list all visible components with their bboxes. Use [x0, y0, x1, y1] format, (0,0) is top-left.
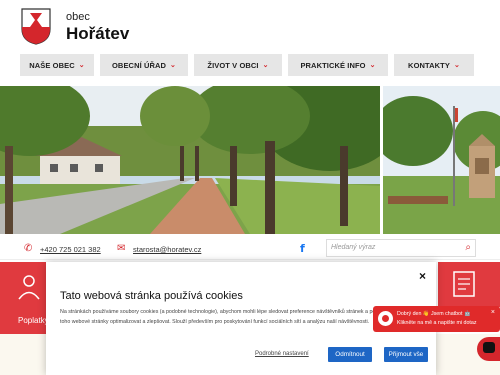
chevron-down-icon: ⌄ — [369, 62, 376, 69]
facebook-icon[interactable]: f — [300, 242, 305, 255]
nav-item-label: NAŠE OBEC — [29, 60, 75, 70]
nav-item-label: OBECNÍ ÚŘAD — [112, 60, 167, 70]
site-title[interactable]: Hořátev — [66, 24, 129, 44]
person-icon — [18, 275, 40, 300]
village-street-photo — [0, 86, 380, 234]
chat-prompt: Klikněte na mě a napište mi dotaz — [397, 320, 477, 326]
nav-item-nase-obec[interactable]: NAŠE OBEC ⌄ — [20, 54, 94, 76]
nav-item-zivot-v-obci[interactable]: ŽIVOT V OBCI ⌄ — [194, 54, 282, 76]
chat-icon — [483, 342, 495, 353]
nav-item-prakticke-info[interactable]: PRAKTICKÉ INFO ⌄ — [288, 54, 388, 76]
chatbot-bubble[interactable]: Dobrý den 👋 Jsem chatbot 🤖 Klikněte na m… — [373, 306, 500, 332]
search-input[interactable]: Hledaný výraz ⌕ — [326, 239, 476, 257]
hero-banner — [0, 86, 500, 234]
cookie-description: Na stránkách používáme soubory cookies (… — [60, 309, 383, 325]
email-link[interactable]: starosta@horatev.cz — [133, 245, 201, 254]
accept-all-button[interactable]: Přijmout vše — [384, 347, 428, 362]
cookie-title: Tato webová stránka používá cookies — [60, 290, 243, 302]
site-header: obec Hořátev — [0, 0, 500, 50]
chat-launcher-button[interactable] — [477, 337, 500, 361]
chevron-down-icon: ⌄ — [262, 62, 269, 69]
phone-icon: ✆ — [24, 243, 33, 254]
close-icon[interactable]: × — [419, 269, 426, 283]
search-icon[interactable]: ⌕ — [465, 242, 471, 253]
nav-item-obecni-urad[interactable]: OBECNÍ ÚŘAD ⌄ — [100, 54, 188, 76]
tile-label: Poplatky — [18, 316, 49, 325]
search-placeholder: Hledaný výraz — [331, 244, 376, 251]
nav-item-label: ŽIVOT V OBCI — [207, 60, 259, 70]
tile-documents[interactable] — [438, 262, 500, 307]
nav-item-kontakty[interactable]: KONTAKTY ⌄ — [394, 54, 474, 76]
nav-item-label: PRAKTICKÉ INFO — [300, 60, 366, 70]
close-icon[interactable]: × — [491, 309, 495, 316]
cookie-settings-link[interactable]: Podrobné nastavení — [255, 351, 309, 357]
coat-of-arms-icon[interactable] — [20, 7, 52, 45]
chat-greeting: Dobrý den 👋 Jsem chatbot 🤖 — [397, 311, 471, 317]
nav-item-label: KONTAKTY — [408, 60, 450, 70]
memorial-photo — [383, 86, 500, 234]
mail-icon: ✉ — [117, 243, 126, 254]
chevron-down-icon: ⌄ — [78, 62, 85, 69]
chatbot-avatar — [378, 311, 393, 326]
decline-button[interactable]: Odmítnout — [328, 347, 372, 362]
document-icon — [453, 271, 475, 297]
chevron-down-icon: ⌄ — [170, 62, 176, 69]
municipality-label: obec — [66, 11, 90, 23]
main-nav: NAŠE OBEC ⌄ OBECNÍ ÚŘAD ⌄ ŽIVOT V OBCI ⌄… — [20, 54, 480, 76]
chevron-down-icon: ⌄ — [453, 62, 460, 69]
phone-link[interactable]: +420 725 021 382 — [40, 245, 101, 254]
